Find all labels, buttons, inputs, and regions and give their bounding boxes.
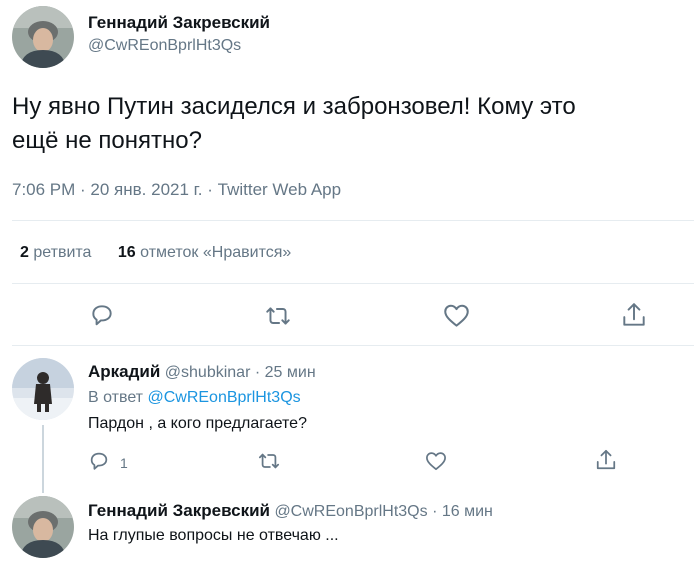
reply-prefix: В ответ [88,389,144,406]
heart-icon[interactable] [425,451,447,471]
author-handle[interactable]: @CwREonBprlHt3Qs [88,37,241,55]
retweets-stat[interactable]: 2 ретвита [20,244,96,261]
tweet-text: Ну явно Путин засиделся и забронзовел! К… [12,90,576,158]
reply-text: Пардон , а кого предлагаете? [88,415,307,432]
reply-author-handle[interactable]: @CwREonBprlHt3Qs [274,503,427,520]
reply-author-name[interactable]: Геннадий Закревский [88,501,270,520]
reply-avatar[interactable] [12,358,74,420]
reply-count: 1 [120,455,128,471]
retweets-label: ретвита [33,244,92,261]
share-icon[interactable] [595,448,617,472]
divider [12,220,694,221]
reply-author-name[interactable]: Аркадий [88,362,160,381]
reply-text: На глупые вопросы не отвечаю ... [88,527,339,544]
reply-icon[interactable] [88,450,110,472]
reply-header: Геннадий Закревский @CwREonBprlHt3Qs · 1… [88,501,493,521]
likes-stat[interactable]: 16 отметок «Нравится» [118,244,291,261]
reply-author-handle[interactable]: @shubkinar [165,364,251,381]
reply-header: Аркадий @shubkinar · 25 мин [88,362,316,382]
author-name[interactable]: Геннадий Закревский [88,13,270,33]
reply-to-link[interactable]: @CwREonBprlHt3Qs [147,389,300,406]
tweet-text-line: ещё не понятно? [12,127,202,154]
tweet-text-line: Ну явно Путин засиделся и забронзовел! К… [12,93,576,120]
divider [12,283,694,284]
thread-line [42,425,44,493]
share-icon[interactable] [621,301,647,329]
heart-icon[interactable] [443,303,470,328]
reply-time[interactable]: · 16 мин [432,503,493,520]
reply-time[interactable]: · 25 мин [255,364,316,381]
retweet-icon[interactable] [257,450,281,472]
divider [12,345,694,346]
reply-icon[interactable] [89,302,115,328]
retweet-icon[interactable] [264,303,292,329]
likes-label: отметок «Нравится» [140,244,292,261]
reply-avatar[interactable] [12,496,74,558]
author-avatar[interactable] [12,6,74,68]
retweets-count: 2 [20,244,29,261]
reply-context: В ответ @CwREonBprlHt3Qs [88,389,301,407]
tweet-meta[interactable]: 7:06 PM · 20 янв. 2021 г. · Twitter Web … [12,180,341,200]
likes-count: 16 [117,244,136,261]
tweet-stats: 2 ретвита 16 отметок «Нравится» [20,244,291,262]
